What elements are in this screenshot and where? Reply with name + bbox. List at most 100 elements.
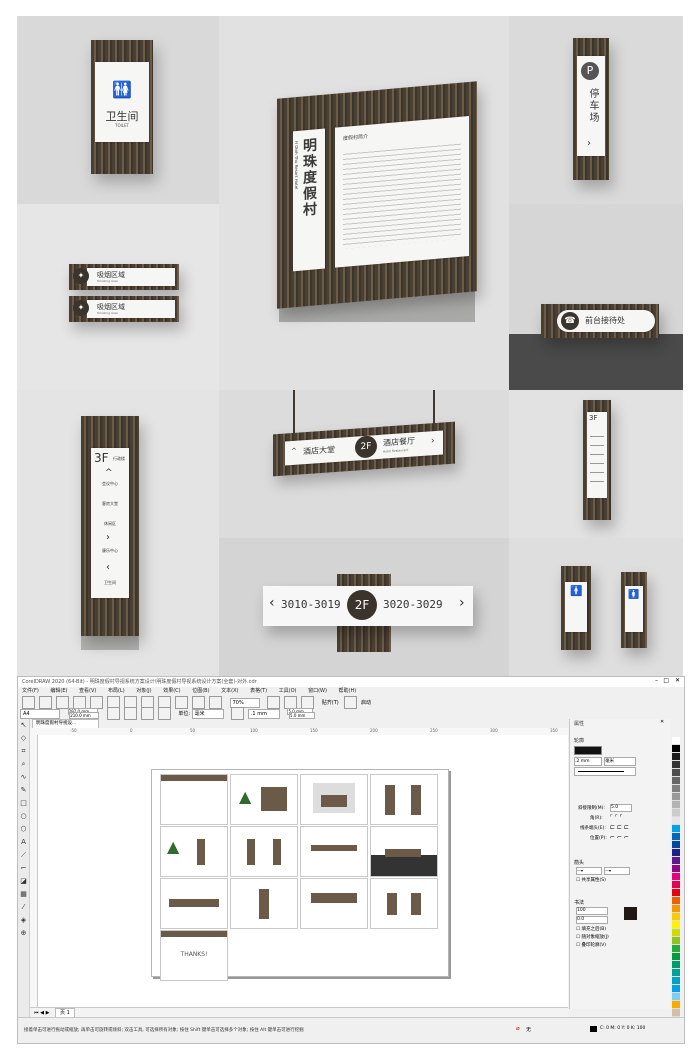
drawing-canvas[interactable]: ▲ ▲ THANKS! xyxy=(38,735,568,1007)
page-thumbnail[interactable]: ▲ xyxy=(160,826,228,877)
palette-swatch[interactable] xyxy=(672,801,680,809)
palette-swatch[interactable] xyxy=(672,993,680,1001)
menu-table[interactable]: 表格(T) xyxy=(250,688,267,694)
pick-tool-icon[interactable]: ↖ xyxy=(18,719,29,732)
menu-window[interactable]: 窗口(W) xyxy=(308,688,327,694)
share-attributes-checkbox[interactable]: ☐ 共享属性(S) xyxy=(576,877,606,883)
launch-menu[interactable]: 启动 xyxy=(361,700,371,706)
palette-swatch[interactable] xyxy=(672,785,680,793)
outline-color-swatch[interactable] xyxy=(574,746,602,755)
duplicate-y-field[interactable]: 5.0 mm xyxy=(289,712,316,719)
next-page-icon[interactable]: ▶ xyxy=(46,1010,50,1016)
page-height-field[interactable]: 210.0 mm xyxy=(69,712,100,719)
overprint-checkbox[interactable]: ☐ 叠印轮廓(V) xyxy=(576,942,606,948)
all-pages-icon[interactable] xyxy=(140,707,154,720)
menu-text[interactable]: 文本(X) xyxy=(221,688,238,694)
first-page-icon[interactable]: ⏮ xyxy=(34,1010,39,1016)
page-thumbnail[interactable] xyxy=(160,878,228,929)
palette-swatch[interactable] xyxy=(672,825,680,833)
transparency-tool-icon[interactable]: ▦ xyxy=(18,888,29,901)
menu-file[interactable]: 文件(F) xyxy=(22,688,39,694)
palette-swatch[interactable] xyxy=(672,857,680,865)
outline-style-select[interactable] xyxy=(574,767,636,776)
palette-swatch[interactable] xyxy=(672,985,680,993)
palette-swatch[interactable] xyxy=(672,929,680,937)
eyedropper-icon[interactable]: ⁄ xyxy=(18,901,29,914)
rectangle-tool-icon[interactable]: □ xyxy=(18,797,29,810)
freehand-tool-icon[interactable]: ∿ xyxy=(18,771,29,784)
polygon-tool-icon[interactable]: ⬡ xyxy=(18,823,29,836)
palette-swatch[interactable] xyxy=(672,977,680,985)
close-button[interactable]: ✕ xyxy=(675,677,680,684)
interactive-fill-icon[interactable]: ◈ xyxy=(18,914,29,927)
fill-status-icon[interactable]: ⌀ xyxy=(516,1025,520,1032)
connector-tool-icon[interactable]: ⌐ xyxy=(18,862,29,875)
page-size-select[interactable]: A4 xyxy=(20,708,60,719)
page-thumbnail[interactable] xyxy=(300,878,368,929)
start-arrow-select[interactable]: —▾ xyxy=(576,867,602,875)
menu-help[interactable]: 帮助(H) xyxy=(339,688,357,694)
palette-swatch[interactable] xyxy=(672,865,680,873)
page-thumbnail[interactable] xyxy=(370,878,438,929)
menu-edit[interactable]: 编辑(E) xyxy=(50,688,67,694)
palette-swatch[interactable] xyxy=(672,921,680,929)
page-thumbnail[interactable] xyxy=(300,774,368,825)
palette-swatch[interactable] xyxy=(672,889,680,897)
ellipse-tool-icon[interactable]: ○ xyxy=(18,810,29,823)
outline-position-icon[interactable]: ⌐⌐⌐ xyxy=(610,834,631,841)
angle-field[interactable]: 0.0 xyxy=(576,916,608,924)
stretch-field[interactable]: 100 xyxy=(576,907,608,915)
palette-swatch[interactable] xyxy=(672,881,680,889)
palette-swatch[interactable] xyxy=(672,897,680,905)
menu-view[interactable]: 查看(V) xyxy=(79,688,96,694)
palette-swatch[interactable] xyxy=(672,1001,680,1009)
page-thumbnail[interactable] xyxy=(160,774,228,825)
palette-swatch[interactable] xyxy=(672,913,680,921)
palette-swatch[interactable] xyxy=(672,737,680,745)
palette-swatch[interactable] xyxy=(672,969,680,977)
text-tool-icon[interactable]: A xyxy=(18,836,29,849)
minimize-button[interactable]: – xyxy=(655,677,658,684)
palette-swatch[interactable] xyxy=(672,873,680,881)
drop-shadow-icon[interactable]: ◪ xyxy=(18,875,29,888)
outline-width-field[interactable]: .2 mm xyxy=(574,757,602,766)
artistic-media-icon[interactable]: ✎ xyxy=(18,784,29,797)
palette-swatch[interactable] xyxy=(672,769,680,777)
parallel-dimension-icon[interactable]: ⟋ xyxy=(18,849,29,862)
page-thumbnail[interactable]: ▲ xyxy=(230,774,298,825)
zoom-tool-icon[interactable]: ⌕ xyxy=(18,758,29,771)
document-page[interactable]: ▲ ▲ THANKS! xyxy=(151,769,449,981)
palette-swatch[interactable] xyxy=(672,841,680,849)
palette-swatch[interactable] xyxy=(672,953,680,961)
shape-tool-icon[interactable]: ◇ xyxy=(18,732,29,745)
menu-tools[interactable]: 工具(O) xyxy=(279,688,297,694)
page-thumbnail[interactable] xyxy=(370,774,438,825)
page-thumbnail[interactable] xyxy=(230,878,298,929)
thanks-page-thumbnail[interactable]: THANKS! xyxy=(160,930,228,981)
end-arrow-select[interactable]: —▾ xyxy=(604,867,630,875)
page-thumbnail[interactable] xyxy=(300,826,368,877)
menu-layout[interactable]: 布局(L) xyxy=(108,688,125,694)
landscape-icon[interactable] xyxy=(123,707,137,720)
snap-to-menu[interactable]: 贴齐(T) xyxy=(322,700,339,706)
miter-field[interactable]: 5.0 xyxy=(610,804,632,812)
menu-object[interactable]: 对象(J) xyxy=(136,688,151,694)
behind-fill-checkbox[interactable]: ☐ 填充之后(B) xyxy=(576,926,606,932)
line-cap-icon[interactable]: ⊏⊏⊏ xyxy=(610,824,631,831)
page-thumbnail[interactable] xyxy=(230,826,298,877)
menu-bitmaps[interactable]: 位图(B) xyxy=(192,688,209,694)
palette-swatch[interactable] xyxy=(672,817,680,825)
units-select[interactable]: 毫米 xyxy=(191,708,224,719)
outline-color-indicator[interactable] xyxy=(590,1026,597,1032)
palette-swatch[interactable] xyxy=(672,1009,680,1017)
outline-unit-select[interactable]: 毫米 xyxy=(604,757,636,766)
palette-swatch[interactable] xyxy=(672,753,680,761)
palette-swatch[interactable] xyxy=(672,745,680,753)
smart-fill-icon[interactable]: ⊕ xyxy=(18,927,29,940)
crop-tool-icon[interactable]: ⌗ xyxy=(18,745,29,758)
corner-options-icon[interactable]: ⌜⌜⌜ xyxy=(610,814,624,821)
maximize-button[interactable]: □ xyxy=(663,677,669,684)
portrait-icon[interactable] xyxy=(106,707,120,720)
current-page-icon[interactable] xyxy=(157,707,171,720)
palette-swatch[interactable] xyxy=(672,777,680,785)
